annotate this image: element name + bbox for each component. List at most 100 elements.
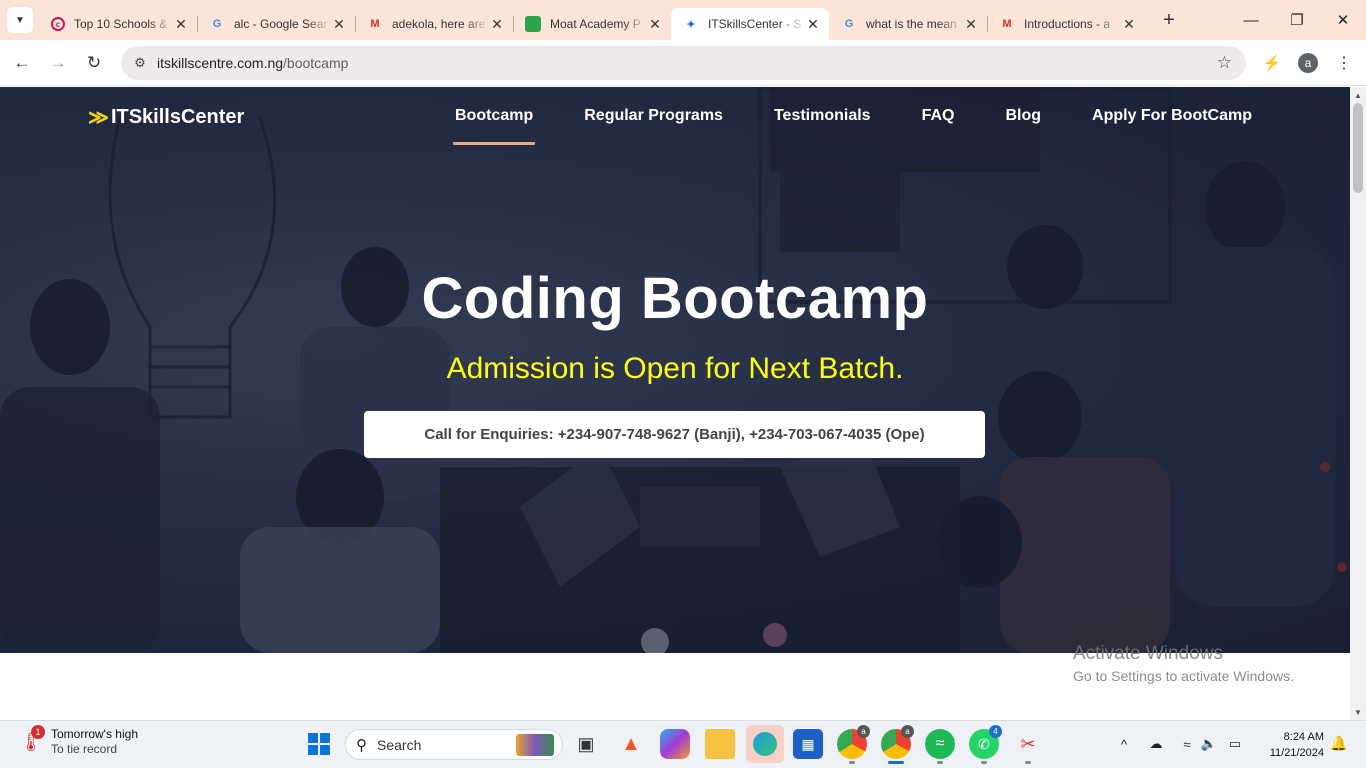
running-indicator [849, 761, 855, 764]
page-viewport: ≫ ITSkillsCenter Bootcamp Regular Progra… [0, 87, 1350, 720]
tab-top-10-schools[interactable]: c Top 10 Schools & ✕ [39, 8, 197, 40]
chrome-profile-badge: a [901, 725, 914, 738]
weather-badge: 1 [31, 725, 45, 739]
bookmark-star-icon[interactable]: ☆ [1217, 53, 1232, 73]
scrollbar-thumb[interactable] [1353, 103, 1363, 193]
nav-regular-programs[interactable]: Regular Programs [584, 107, 723, 145]
tab-itskillscenter[interactable]: ✦ ITSkillsCenter - S ✕ [671, 8, 829, 40]
close-icon[interactable]: ✕ [331, 16, 347, 33]
new-tab-plus-icon[interactable]: + [1157, 9, 1181, 32]
close-icon[interactable]: ✕ [963, 16, 979, 33]
clock-time: 8:24 AM [1283, 731, 1324, 743]
windows-taskbar: 🌡 1 Tomorrow's high To tie record ⚲ Sear… [0, 720, 1366, 768]
site-logo[interactable]: ≫ ITSkillsCenter [88, 105, 244, 130]
nav-testimonials[interactable]: Testimonials [774, 107, 871, 145]
google-icon: G [212, 18, 222, 30]
tab-moat-academy[interactable]: Moat Academy P ✕ [513, 8, 671, 40]
tab-alc-google-search[interactable]: G alc - Google Sear ✕ [197, 8, 355, 40]
tab-gmail-introductions[interactable]: M Introductions - a ✕ [987, 8, 1145, 40]
restore-icon[interactable]: ❐ [1274, 0, 1320, 40]
edge-browser-icon[interactable] [746, 725, 784, 763]
profile-avatar[interactable]: a [1298, 53, 1318, 73]
tab-title: Introductions - a [1024, 17, 1111, 31]
nav-apply-for-bootcamp[interactable]: Apply For BootCamp [1092, 107, 1252, 145]
windows-start-icon[interactable] [308, 733, 330, 755]
tab-title: ITSkillsCenter - S [708, 17, 802, 31]
taskbar-search[interactable]: ⚲ Search [345, 729, 563, 760]
url-text[interactable]: itskillscentre.com.ng/bootcamp [157, 55, 348, 71]
nav-bootcamp[interactable]: Bootcamp [452, 107, 536, 145]
extension-icon[interactable]: ⚡ [1261, 52, 1283, 74]
chrome-active-icon[interactable]: a [881, 725, 914, 764]
site-info-icon[interactable]: ⚙ [129, 52, 151, 74]
brave-browser-icon[interactable]: ▲ [616, 729, 646, 759]
active-indicator [888, 761, 904, 764]
watermark-line1: Activate Windows [1073, 643, 1223, 664]
page-scrollbar[interactable]: ▲ ▼ [1350, 87, 1366, 720]
whatsapp-icon[interactable]: ✆ 4 [969, 725, 1002, 764]
scroll-down-arrow-icon[interactable]: ▼ [1350, 704, 1366, 720]
enquiries-button[interactable]: Call for Enquiries: +234-907-748-9627 (B… [364, 411, 985, 458]
window-close-icon[interactable]: ✕ [1320, 0, 1366, 40]
taskbar-clock[interactable]: 8:24 AM 11/21/2024 [1258, 729, 1324, 761]
close-icon[interactable]: ✕ [489, 16, 505, 33]
url-path: /bootcamp [283, 55, 349, 71]
circle-c-icon: c [51, 17, 65, 31]
notification-bell-icon[interactable]: 🔔 [1330, 735, 1347, 752]
spotify-icon[interactable]: ≈ [925, 729, 955, 764]
tab-title: what is the mean [866, 17, 957, 31]
forward-arrow-icon[interactable]: → [42, 47, 74, 79]
chrome-profile-badge: a [857, 725, 870, 738]
copilot-icon[interactable] [660, 729, 690, 759]
weather-title: Tomorrow's high [51, 727, 138, 741]
battery-icon[interactable]: ▭ [1226, 735, 1244, 753]
gmail-icon: M [370, 18, 380, 30]
hero-section: ≫ ITSkillsCenter Bootcamp Regular Progra… [0, 87, 1350, 653]
chevron-right-icon: ≫ [88, 107, 109, 129]
activate-windows-watermark: Activate Windows Go to Settings to activ… [1073, 643, 1294, 684]
nav-faq[interactable]: FAQ [922, 107, 955, 145]
search-highlight-art [516, 734, 554, 756]
tab-title: alc - Google Sear [234, 17, 328, 31]
nav-blog[interactable]: Blog [1005, 107, 1041, 145]
onedrive-cloud-icon[interactable]: ☁ [1147, 735, 1165, 753]
thermometer-icon: 🌡 1 [20, 725, 45, 757]
weather-widget[interactable]: 🌡 1 Tomorrow's high To tie record [20, 725, 138, 757]
close-icon[interactable]: ✕ [1121, 16, 1137, 33]
chevron-up-icon[interactable]: ^ [1115, 735, 1133, 753]
close-icon[interactable]: ✕ [647, 16, 663, 33]
tab-title: Top 10 Schools & [74, 17, 168, 31]
back-arrow-icon[interactable]: ← [6, 47, 38, 79]
tab-title: adekola, here are [392, 17, 486, 31]
weather-text: Tomorrow's high To tie record [51, 727, 138, 757]
snipping-tool-icon[interactable]: ✂ [1013, 729, 1043, 764]
gmail-icon: M [1002, 18, 1012, 30]
close-icon[interactable]: ✕ [173, 16, 189, 33]
wifi-icon[interactable]: ≈ [1178, 735, 1196, 753]
tab-strip: ▼ c Top 10 Schools & ✕ G alc - Google Se… [0, 0, 1366, 40]
address-bar[interactable]: ⚙ itskillscentre.com.ng/bootcamp ☆ [121, 46, 1246, 80]
site-nav: Bootcamp Regular Programs Testimonials F… [452, 107, 1303, 145]
tab-gmail-adekola[interactable]: M adekola, here are ✕ [355, 8, 513, 40]
url-host: itskillscentre.com.ng [157, 55, 284, 71]
tab-search-chevron-icon[interactable]: ▼ [7, 7, 33, 33]
clock-date: 11/21/2024 [1269, 747, 1324, 759]
browser-toolbar: ← → ↻ ⚙ itskillscentre.com.ng/bootcamp ☆… [0, 40, 1366, 86]
menu-kebab-icon[interactable]: ⋮ [1333, 52, 1355, 74]
running-indicator [981, 761, 987, 764]
reload-icon[interactable]: ↻ [78, 47, 110, 79]
google-icon: G [844, 18, 854, 30]
hero-title: Coding Bootcamp [421, 266, 929, 331]
hero-subtitle: Admission is Open for Next Batch. [446, 352, 904, 385]
file-explorer-icon[interactable] [705, 729, 735, 759]
close-icon[interactable]: ✕ [805, 16, 821, 33]
chrome-icon[interactable]: a [837, 725, 870, 764]
scroll-up-arrow-icon[interactable]: ▲ [1350, 87, 1366, 103]
tab-what-is-the-meaning[interactable]: G what is the mean ✕ [829, 8, 987, 40]
search-icon: ⚲ [356, 736, 367, 754]
volume-icon[interactable]: 🔈 [1200, 735, 1218, 753]
minimize-icon[interactable]: — [1228, 0, 1274, 40]
tab-list: c Top 10 Schools & ✕ G alc - Google Sear… [39, 0, 1145, 40]
task-view-icon[interactable]: ▣ [571, 729, 601, 759]
microsoft-store-icon[interactable]: ▦ [793, 729, 823, 759]
